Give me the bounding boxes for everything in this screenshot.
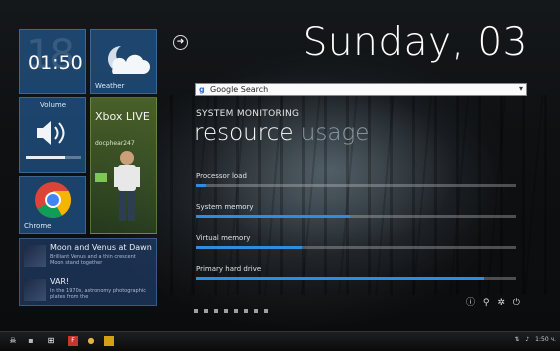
arrow-right-circle-icon[interactable]: ➜ [173,35,188,50]
settings-icon[interactable]: ⚲ [483,298,490,308]
news-tile[interactable]: Moon and Venus at Dawn Brilliant Venus a… [19,238,157,306]
chrome-label: Chrome [24,222,52,230]
system-controls: ⓘ ⚲ ✲ ⏻ [466,295,525,308]
system-tray: ⇅ ♪ 1:50 ч. [510,336,556,343]
resource-label: Virtual memory [196,234,251,242]
start-icon[interactable]: ☠ [8,336,18,346]
resource-bar-fill [196,215,350,218]
weather-label: Weather [95,82,125,90]
resource-bar-fill [196,277,484,280]
windows-icon[interactable]: ⊞ [46,336,56,346]
resource-label: System memory [196,203,254,211]
taskbar: ☠ ▪ ⊞ F ● ⇅ ♪ 1:50 ч. [0,331,560,351]
page-dot[interactable] [224,309,228,313]
news-thumbnail [24,245,46,267]
resource-hard-drive: Primary hard drive [196,265,516,280]
page-dot[interactable] [264,309,268,313]
clock-tile[interactable]: 18 01:50 [19,29,86,94]
resource-virtual-memory: Virtual memory [196,234,516,249]
page-dot[interactable] [234,309,238,313]
volume-level-fill [26,156,65,159]
resource-bar [196,184,516,187]
taskbar-item-icon[interactable]: ▪ [26,336,36,346]
page-title: resource usage [194,120,369,146]
resource-bar [196,215,516,218]
resource-processor: Processor load [196,172,516,187]
xbox-live-tile[interactable]: Xbox LIVE docphear247 [90,97,157,234]
search-label: Google Search [210,85,269,94]
chrome-tile[interactable]: Chrome [19,176,86,234]
xbox-badge [95,173,107,182]
title-primary: resource [194,120,294,146]
resource-bar-fill [196,246,302,249]
clock-time: 01:50 [28,52,83,74]
volume-tile[interactable]: Volume [19,97,86,173]
brightness-icon[interactable]: ✲ [497,298,505,308]
volume-icon[interactable]: ♪ [525,336,529,343]
page-dot[interactable] [244,309,248,313]
google-icon: g [199,85,205,94]
date-display: Sunday, 03 [302,20,528,65]
cloud-moon-icon [108,46,150,74]
resource-system-memory: System memory [196,203,516,218]
title-secondary: usage [300,120,370,146]
weather-tile[interactable]: Weather [90,29,157,94]
page-dot[interactable] [254,309,258,313]
resource-bar [196,246,516,249]
news-title: Moon and Venus at Dawn [50,243,152,252]
speaker-icon [37,121,65,145]
volume-level-bar[interactable] [26,156,81,159]
news-item[interactable]: VAR! In the 1970s, astronomy photographi… [24,277,154,303]
page-dot[interactable] [194,309,198,313]
section-title: SYSTEM MONITORING [196,109,300,119]
resource-label: Primary hard drive [196,265,262,273]
page-dot[interactable] [214,309,218,313]
xbox-title: Xbox LIVE [95,110,150,123]
network-icon[interactable]: ⇅ [514,336,519,343]
tray-time[interactable]: 1:50 ч. [535,336,556,343]
chrome-icon [35,182,72,219]
news-title: VAR! [50,277,70,286]
power-icon[interactable]: ⏻ [513,298,520,308]
xbox-avatar [114,151,140,221]
google-search-bar[interactable]: g Google Search ▾ [195,83,527,96]
resource-bar [196,277,516,280]
news-item[interactable]: Moon and Venus at Dawn Brilliant Venus a… [24,243,154,269]
news-description: Brilliant Venus and a thin crescent Moon… [50,254,136,266]
xbox-gamertag: docphear247 [95,140,135,147]
app-icon[interactable]: F [68,336,78,346]
app-icon[interactable] [104,336,114,346]
page-indicator[interactable] [194,298,274,317]
news-description: In the 1970s, astronomy photographic pla… [50,288,147,300]
chrome-icon[interactable]: ● [86,336,96,346]
chevron-down-icon[interactable]: ▾ [519,84,523,93]
info-icon[interactable]: ⓘ [466,298,475,308]
news-thumbnail [24,279,46,301]
volume-label: Volume [40,101,67,109]
resource-bar-fill [196,184,206,187]
page-dot[interactable] [204,309,208,313]
resource-label: Processor load [196,172,247,180]
